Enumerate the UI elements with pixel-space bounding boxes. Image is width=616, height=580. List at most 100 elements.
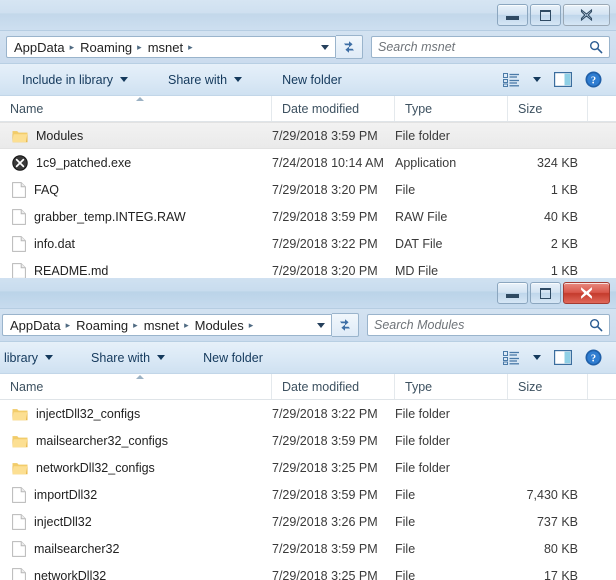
help-button-top[interactable]: ? [578,67,608,93]
close-button-bottom[interactable] [563,282,610,304]
breadcrumb-item-modules[interactable]: Modules [194,318,245,333]
column-header-date-bottom[interactable]: Date modified [272,374,395,399]
table-row[interactable]: injectDll32 7/29/2018 3:26 PM File 737 KB [0,508,616,535]
table-row[interactable]: mailsearcher32_configs 7/29/2018 3:59 PM F… [0,427,616,454]
breadcrumb-separator-icon: ▸ [65,319,71,330]
address-path-box-bottom[interactable]: AppData ▸ Roaming ▸ msnet ▸ Modules ▸ [2,314,332,336]
new-folder-button-bottom[interactable]: New folder [195,345,271,371]
table-row[interactable]: mailsearcher32 7/29/2018 3:59 PM File 80 KB [0,535,616,562]
breadcrumb-item-appdata[interactable]: AppData [13,40,66,55]
file-row-name[interactable]: injectDll32_configs [0,407,272,421]
column-header-size-label: Size [518,379,543,394]
table-row[interactable]: networkDll32_configs 7/29/2018 3:25 PM Fil… [0,454,616,481]
file-row-name[interactable]: FAQ [0,181,272,198]
file-list-bottom[interactable]: injectDll32_configs 7/29/2018 3:22 PM File… [0,400,616,580]
change-view-button-bottom[interactable] [496,345,526,371]
file-row-name[interactable]: README.md [0,262,272,278]
table-row[interactable]: Modules 7/29/2018 3:59 PM File folder [0,122,616,149]
minimize-button-top[interactable] [497,4,528,26]
breadcrumb-item-appdata[interactable]: AppData [9,318,62,333]
explorer-window-modules[interactable]: AppData ▸ Roaming ▸ msnet ▸ Modules ▸ Se… [0,278,616,580]
file-row-type: File [395,514,416,529]
table-row[interactable]: README.md 7/29/2018 3:20 PM MD File 1 KB [0,257,616,278]
column-header-date-top[interactable]: Date modified [272,96,395,121]
file-row-date: 7/29/2018 3:22 PM [272,406,378,421]
include-in-library-button-bottom[interactable]: library [0,345,61,371]
minimize-button-bottom[interactable] [497,282,528,304]
new-folder-button-top[interactable]: New folder [274,67,350,93]
column-header-name-bottom[interactable]: Name [0,374,272,399]
file-row-name[interactable]: grabber_temp.INTEG.RAW [0,208,272,225]
breadcrumb-bottom: AppData ▸ Roaming ▸ msnet ▸ Modules ▸ [9,318,311,333]
help-button-bottom[interactable]: ? [578,345,608,371]
change-view-button-top[interactable] [496,67,526,93]
refresh-button-bottom[interactable] [332,313,359,337]
table-row[interactable]: grabber_temp.INTEG.RAW 7/29/2018 3:59 PM R… [0,203,616,230]
file-row-name[interactable]: injectDll32 [0,513,272,530]
address-history-dropdown-bottom[interactable] [311,315,331,335]
chevron-down-icon [533,77,541,82]
close-icon [581,287,592,299]
address-path-box-top[interactable]: AppData ▸ Roaming ▸ msnet ▸ [6,36,336,58]
share-with-button-bottom[interactable]: Share with [83,345,173,371]
include-in-library-button-top[interactable]: Include in library [14,67,136,93]
column-header-name-top[interactable]: Name [0,96,272,121]
file-row-date: 7/29/2018 3:59 PM [272,487,378,502]
file-name-label: 1c9_patched.exe [36,155,132,170]
breadcrumb-item-msnet[interactable]: msnet [143,318,180,333]
file-row-size: 17 KB [543,568,578,580]
search-input-bottom[interactable]: Search Modules [374,318,589,332]
titlebar-bottom[interactable] [0,278,616,309]
refresh-button-top[interactable] [336,35,363,59]
view-list-icon [502,350,519,365]
help-icon: ? [585,71,601,88]
file-row-name[interactable]: networkDll32 [0,567,272,580]
explorer-window-msnet[interactable]: AppData ▸ Roaming ▸ msnet ▸ Search msnet… [0,0,616,278]
file-row-name[interactable]: mailsearcher32 [0,540,272,557]
column-header-size-top[interactable]: Size [508,96,588,121]
file-row-name[interactable]: 1c9_patched.exe [0,154,272,171]
column-header-type-top[interactable]: Type [395,96,508,121]
column-header-date-label: Date modified [282,101,360,116]
file-icon [12,181,26,198]
maximize-button-top[interactable] [530,4,561,26]
breadcrumb-top: AppData ▸ Roaming ▸ msnet ▸ [13,40,315,55]
svg-text:?: ? [590,76,595,87]
file-list-top[interactable]: Modules 7/29/2018 3:59 PM File folder 1c9_p… [0,122,616,278]
maximize-button-bottom[interactable] [530,282,561,304]
table-row[interactable]: 1c9_patched.exe 7/24/2018 10:14 AM Applica… [0,149,616,176]
file-name-label: README.md [34,263,109,278]
table-row[interactable]: FAQ 7/29/2018 3:20 PM File 1 KB [0,176,616,203]
file-row-name[interactable]: networkDll32_configs [0,461,272,475]
file-row-name[interactable]: Modules [0,129,272,143]
table-row[interactable]: injectDll32_configs 7/29/2018 3:22 PM File… [0,400,616,427]
table-row[interactable]: networkDll32 7/29/2018 3:25 PM File 17 KB [0,562,616,580]
search-icon [589,40,603,54]
table-row[interactable]: info.dat 7/29/2018 3:22 PM DAT File 2 KB [0,230,616,257]
change-view-dropdown-top[interactable] [526,67,548,93]
search-input-top[interactable]: Search msnet [378,40,589,54]
column-header-size-bottom[interactable]: Size [508,374,588,399]
preview-pane-button-bottom[interactable] [548,345,578,371]
search-icon [589,318,603,332]
file-row-name[interactable]: mailsearcher32_configs [0,434,272,448]
change-view-dropdown-bottom[interactable] [526,345,548,371]
search-box-bottom[interactable]: Search Modules [367,314,610,336]
file-row-name[interactable]: info.dat [0,235,272,252]
share-with-button-top[interactable]: Share with [160,67,250,93]
address-bar-bottom: AppData ▸ Roaming ▸ msnet ▸ Modules ▸ Se… [0,309,616,342]
help-icon: ? [585,349,601,366]
breadcrumb-item-msnet[interactable]: msnet [147,40,184,55]
refresh-icon [340,319,350,331]
titlebar-top[interactable] [0,0,616,31]
file-row-name[interactable]: importDll32 [0,486,272,503]
file-row-type: File folder [395,406,450,421]
column-header-type-bottom[interactable]: Type [395,374,508,399]
breadcrumb-item-roaming[interactable]: Roaming [75,318,129,333]
search-box-top[interactable]: Search msnet [371,36,610,58]
table-row[interactable]: importDll32 7/29/2018 3:59 PM File 7,430 KB [0,481,616,508]
preview-pane-button-top[interactable] [548,67,578,93]
breadcrumb-item-roaming[interactable]: Roaming [79,40,133,55]
address-history-dropdown-top[interactable] [315,37,335,57]
close-button-top[interactable] [563,4,610,26]
